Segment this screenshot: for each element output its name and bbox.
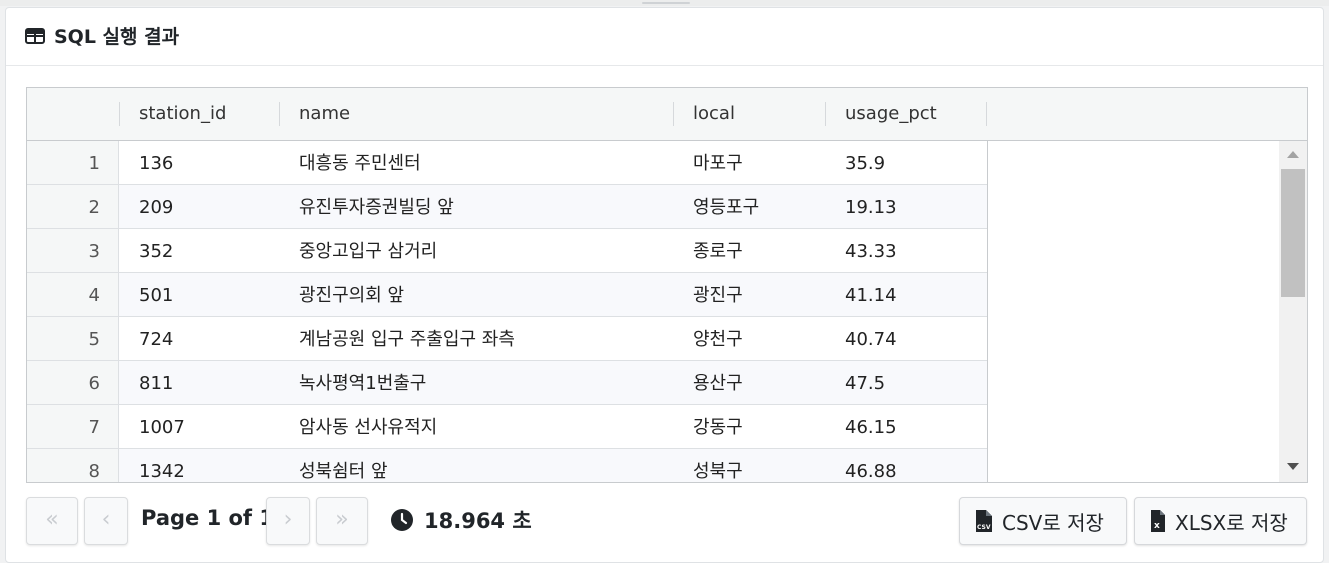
table-icon	[25, 27, 45, 44]
column-header-station-id[interactable]: station_id	[139, 88, 226, 140]
column-header-usage-pct[interactable]: usage_pct	[845, 88, 937, 140]
cell-station-id[interactable]: 1342	[139, 449, 185, 482]
panel-header: SQL 실행 결과	[6, 8, 1323, 66]
cell-station-id[interactable]: 501	[139, 273, 173, 318]
cell-name[interactable]: 계남공원 입구 주출입구 좌측	[299, 317, 515, 362]
cell-usage-pct[interactable]: 43.33	[845, 229, 897, 274]
table-row[interactable]: 7 1007 암사동 선사유적지 강동구 46.15	[27, 405, 987, 449]
scrollbar-thumb[interactable]	[1281, 169, 1305, 297]
execution-time-text: 18.964 초	[424, 509, 532, 533]
column-separator[interactable]	[986, 102, 987, 126]
clock-icon	[391, 509, 413, 531]
grid-body: 1 136 대흥동 주민센터 마포구 35.9 2 209 유진투자증권빌딩 앞…	[27, 141, 987, 482]
cell-usage-pct[interactable]: 19.13	[845, 185, 897, 230]
cell-name[interactable]: 암사동 선사유적지	[299, 405, 437, 450]
column-header-local[interactable]: local	[693, 88, 735, 140]
svg-text:CSV: CSV	[977, 524, 991, 531]
cell-usage-pct[interactable]: 46.88	[845, 449, 897, 482]
cell-station-id[interactable]: 209	[139, 185, 173, 230]
cell-name[interactable]: 중앙고입구 삼거리	[299, 229, 437, 274]
row-number: 3	[27, 229, 119, 272]
cell-station-id[interactable]: 724	[139, 317, 173, 362]
cell-name[interactable]: 유진투자증권빌딩 앞	[299, 185, 454, 230]
cell-local[interactable]: 마포구	[693, 141, 743, 186]
grid-edge	[987, 141, 988, 482]
cell-name[interactable]: 광진구의회 앞	[299, 273, 404, 318]
cell-usage-pct[interactable]: 46.15	[845, 405, 897, 450]
panel-title: SQL 실행 결과	[25, 22, 179, 49]
resize-handle[interactable]	[642, 2, 690, 4]
svg-text:x: x	[1154, 521, 1160, 531]
cell-station-id[interactable]: 352	[139, 229, 173, 274]
vertical-scrollbar[interactable]	[1279, 141, 1307, 482]
row-number: 2	[27, 185, 119, 228]
row-number: 6	[27, 361, 119, 404]
scroll-up-icon[interactable]	[1287, 151, 1299, 158]
row-number: 7	[27, 405, 119, 448]
panel-title-text: SQL 실행 결과	[54, 26, 180, 48]
page-indicator: Page 1 of 1	[141, 506, 274, 530]
column-header-name[interactable]: name	[299, 88, 350, 140]
scroll-down-icon[interactable]	[1287, 463, 1299, 470]
cell-name[interactable]: 성북쉼터 앞	[299, 449, 388, 482]
first-page-button[interactable]: «	[26, 497, 78, 545]
cell-station-id[interactable]: 136	[139, 141, 173, 186]
cell-local[interactable]: 종로구	[693, 229, 743, 274]
cell-station-id[interactable]: 1007	[139, 405, 185, 450]
column-separator[interactable]	[673, 102, 674, 126]
table-row[interactable]: 1 136 대흥동 주민센터 마포구 35.9	[27, 141, 987, 185]
cell-local[interactable]: 용산구	[693, 361, 743, 406]
row-number: 4	[27, 273, 119, 316]
sql-result-panel: SQL 실행 결과 station_id name local usage_pc…	[5, 7, 1324, 563]
cell-usage-pct[interactable]: 41.14	[845, 273, 897, 318]
row-number: 5	[27, 317, 119, 360]
save-xlsx-button[interactable]: x XLSX로 저장	[1134, 497, 1307, 545]
cell-name[interactable]: 대흥동 주민센터	[299, 141, 421, 186]
save-csv-label: CSV로 저장	[1002, 510, 1104, 535]
table-row[interactable]: 4 501 광진구의회 앞 광진구 41.14	[27, 273, 987, 317]
cell-local[interactable]: 영등포구	[693, 185, 759, 230]
table-row[interactable]: 3 352 중앙고입구 삼거리 종로구 43.33	[27, 229, 987, 273]
table-row[interactable]: 6 811 녹사평역1번출구 용산구 47.5	[27, 361, 987, 405]
cell-usage-pct[interactable]: 35.9	[845, 141, 885, 186]
result-grid: station_id name local usage_pct 1 136 대흥…	[26, 87, 1308, 483]
cell-name[interactable]: 녹사평역1번출구	[299, 361, 426, 406]
save-csv-button[interactable]: CSV CSV로 저장	[959, 497, 1127, 545]
execution-time: 18.964 초	[390, 505, 532, 535]
cell-usage-pct[interactable]: 47.5	[845, 361, 885, 406]
table-row[interactable]: 2 209 유진투자증권빌딩 앞 영등포구 19.13	[27, 185, 987, 229]
next-page-button[interactable]: ›	[266, 497, 310, 545]
save-xlsx-label: XLSX로 저장	[1175, 510, 1288, 535]
grid-header: station_id name local usage_pct	[27, 88, 1307, 141]
table-row[interactable]: 5 724 계남공원 입구 주출입구 좌측 양천구 40.74	[27, 317, 987, 361]
table-row[interactable]: 8 1342 성북쉼터 앞 성북구 46.88	[27, 449, 987, 482]
cell-local[interactable]: 광진구	[693, 273, 743, 318]
cell-local[interactable]: 성북구	[693, 449, 743, 482]
cell-local[interactable]: 강동구	[693, 405, 743, 450]
cell-local[interactable]: 양천구	[693, 317, 743, 362]
row-number: 8	[27, 449, 119, 482]
excel-file-icon: x	[1151, 510, 1165, 532]
prev-page-button[interactable]: ‹	[84, 497, 128, 545]
column-separator[interactable]	[825, 102, 826, 126]
csv-file-icon: CSV	[976, 510, 992, 532]
last-page-button[interactable]: »	[316, 497, 368, 545]
column-separator[interactable]	[279, 102, 280, 126]
cell-usage-pct[interactable]: 40.74	[845, 317, 897, 362]
column-separator[interactable]	[119, 102, 120, 126]
row-number: 1	[27, 141, 119, 184]
cell-station-id[interactable]: 811	[139, 361, 173, 406]
